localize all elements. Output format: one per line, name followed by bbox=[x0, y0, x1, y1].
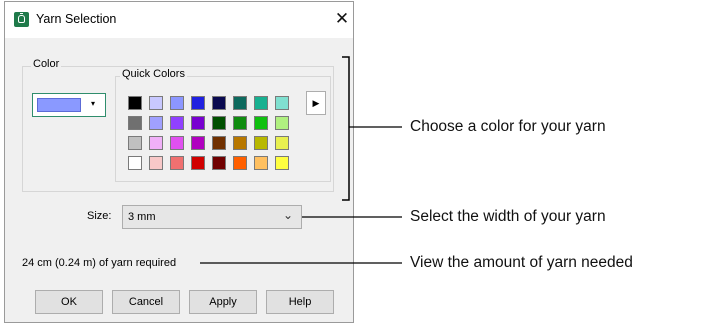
width-callout: Select the width of your yarn bbox=[410, 208, 606, 225]
amount-callout: View the amount of yarn needed bbox=[410, 254, 633, 271]
callout-lines bbox=[200, 56, 402, 264]
color-bracket bbox=[342, 56, 350, 201]
color-callout: Choose a color for your yarn bbox=[410, 118, 606, 135]
